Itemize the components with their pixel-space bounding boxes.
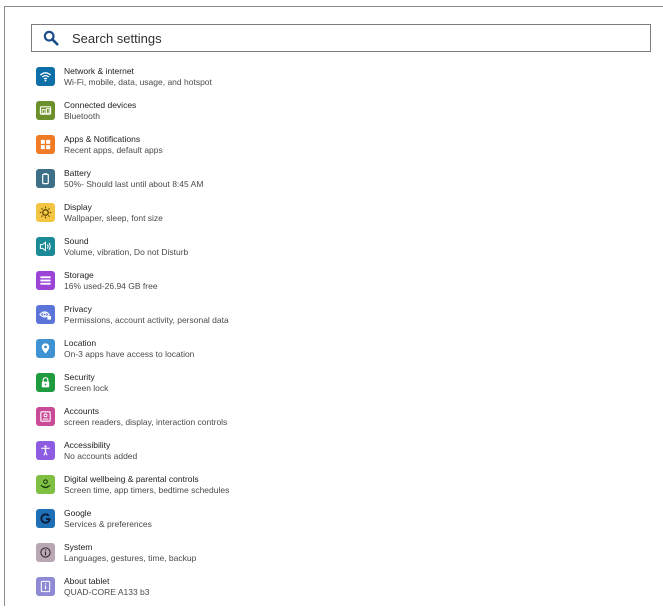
search-bar[interactable] (31, 24, 651, 52)
settings-item-apps[interactable]: Apps & Notifications Recent apps, defaul… (36, 134, 636, 168)
info-box-icon (36, 577, 55, 596)
settings-item-subtitle: Wi-Fi, mobile, data, usage, and hotspot (64, 77, 212, 87)
settings-item-subtitle: Recent apps, default apps (64, 145, 163, 155)
accessibility-icon (36, 441, 55, 460)
settings-item-subtitle: Permissions, account activity, personal … (64, 315, 229, 325)
search-icon[interactable] (42, 29, 60, 47)
settings-list: Network & internet Wi-Fi, mobile, data, … (36, 66, 636, 610)
settings-item-title: System (64, 542, 93, 552)
settings-item-display[interactable]: Display Wallpaper, sleep, font size (36, 202, 636, 236)
settings-item-subtitle: screen readers, display, interaction con… (64, 417, 228, 427)
account-box-icon (36, 407, 55, 426)
speaker-icon (36, 237, 55, 256)
settings-item-sound[interactable]: Sound Volume, vibration, Do not Disturb (36, 236, 636, 270)
settings-item-title: Battery (64, 168, 91, 178)
settings-item-connected-devices[interactable]: Connected devices Bluetooth (36, 100, 636, 134)
settings-item-subtitle: QUAD-CORE A133 b3 (64, 587, 150, 597)
settings-item-google[interactable]: Google Services & preferences (36, 508, 636, 542)
info-circle-icon (36, 543, 55, 562)
settings-item-accounts[interactable]: Accounts screen readers, display, intera… (36, 406, 636, 440)
settings-item-accessibility[interactable]: Accessibility No accounts added (36, 440, 636, 474)
settings-item-network[interactable]: Network & internet Wi-Fi, mobile, data, … (36, 66, 636, 100)
settings-item-title: Accounts (64, 406, 99, 416)
wifi-icon (36, 67, 55, 86)
settings-item-title: About tablet (64, 576, 110, 586)
settings-item-subtitle: 50%- Should last until about 8:45 AM (64, 179, 204, 189)
battery-icon (36, 169, 55, 188)
settings-item-title: Storage (64, 270, 94, 280)
settings-item-title: Google (64, 508, 92, 518)
settings-item-title: Network & internet (64, 66, 134, 76)
settings-item-subtitle: Wallpaper, sleep, font size (64, 213, 163, 223)
settings-item-storage[interactable]: Storage 16% used-26.94 GB free (36, 270, 636, 304)
storage-icon (36, 271, 55, 290)
settings-item-subtitle: Screen lock (64, 383, 109, 393)
settings-item-security[interactable]: Security Screen lock (36, 372, 636, 406)
settings-item-title: Accessibility (64, 440, 111, 450)
settings-item-title: Display (64, 202, 92, 212)
settings-item-about-tablet[interactable]: About tablet QUAD-CORE A133 b3 (36, 576, 636, 610)
brightness-icon (36, 203, 55, 222)
settings-item-subtitle: Screen time, app timers, bedtime schedul… (64, 485, 230, 495)
settings-item-title: Privacy (64, 304, 92, 314)
settings-item-subtitle: Volume, vibration, Do not Disturb (64, 247, 189, 257)
settings-item-digital-wellbeing[interactable]: Digital wellbeing & parental controls Sc… (36, 474, 636, 508)
settings-item-title: Connected devices (64, 100, 137, 110)
settings-item-subtitle: Bluetooth (64, 111, 100, 121)
lock-icon (36, 373, 55, 392)
wellbeing-icon (36, 475, 55, 494)
connected-devices-icon (36, 101, 55, 120)
apps-icon (36, 135, 55, 154)
settings-item-privacy[interactable]: Privacy Permissions, account activity, p… (36, 304, 636, 338)
settings-item-subtitle: On-3 apps have access to location (64, 349, 195, 359)
settings-item-subtitle: Services & preferences (64, 519, 152, 529)
settings-item-title: Sound (64, 236, 89, 246)
search-input[interactable] (72, 30, 612, 46)
settings-item-title: Location (64, 338, 97, 348)
settings-item-subtitle: No accounts added (64, 451, 138, 461)
settings-item-battery[interactable]: Battery 50%- Should last until about 8:4… (36, 168, 636, 202)
settings-item-title: Security (64, 372, 95, 382)
settings-item-title: Apps & Notifications (64, 134, 141, 144)
settings-window: Network & internet Wi-Fi, mobile, data, … (4, 6, 663, 606)
google-icon (36, 509, 55, 528)
settings-item-system[interactable]: System Languages, gestures, time, backup (36, 542, 636, 576)
settings-item-subtitle: Languages, gestures, time, backup (64, 553, 197, 563)
location-pin-icon (36, 339, 55, 358)
settings-item-subtitle: 16% used-26.94 GB free (64, 281, 158, 291)
settings-item-location[interactable]: Location On-3 apps have access to locati… (36, 338, 636, 372)
settings-item-title: Digital wellbeing & parental controls (64, 474, 199, 484)
privacy-icon (36, 305, 55, 324)
